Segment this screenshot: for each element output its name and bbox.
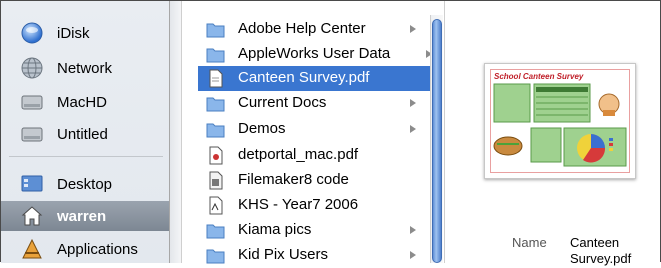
preview-thumbnail[interactable]: School Canteen Survey [484,63,636,179]
list-item[interactable]: Demos [198,117,434,142]
home-icon [21,206,43,226]
list-item[interactable]: KHS - Year7 2006 [198,193,434,218]
sidebar-divider [9,156,163,157]
document-page: School Canteen Survey [490,69,630,173]
file-name: Filemaker8 code [238,171,349,188]
document-icon [209,171,223,190]
sidebar-item-label: Desktop [57,175,113,193]
desktop-icon [21,175,43,192]
finder-window: iDisk Network MacHD Untitled Desktop war… [0,0,661,266]
thumbnail-content-image [493,83,627,167]
folder-icon [206,123,225,138]
file-name: Demos [238,120,286,137]
sidebar-item-label: warren [57,207,107,225]
file-name: Current Docs [238,94,327,111]
sidebar-item-machd[interactable]: MacHD [1,87,169,117]
list-item[interactable]: Kiama pics [198,218,434,243]
document-icon [209,69,223,88]
file-name: Kiama pics [238,221,312,238]
disclosure-arrow-icon [410,226,416,234]
file-name: Adobe Help Center [238,20,366,37]
thumbnail-title: School Canteen Survey [494,72,584,81]
idisk-icon [21,22,43,44]
column-edge [170,1,182,263]
list-item[interactable]: Canteen Survey.pdf [198,66,434,91]
applications-icon [22,238,42,259]
vertical-scrollbar[interactable] [430,15,443,263]
sidebar-item-untitled[interactable]: Untitled [1,119,169,149]
file-name: detportal_mac.pdf [238,146,359,163]
folder-icon [206,97,225,112]
sidebar-item-label: Network [57,59,113,77]
disclosure-arrow-icon [410,251,416,259]
file-name: AppleWorks User Data [238,45,391,62]
hard-drive-icon [21,95,43,110]
list-item[interactable]: detportal_mac.pdf [198,143,434,168]
sidebar-item-network[interactable]: Network [1,53,169,83]
file-name: Kid Pix Users [238,246,329,263]
document-icon [209,196,223,215]
folder-icon [206,224,225,239]
sidebar-item-desktop[interactable]: Desktop [1,169,169,199]
list-item[interactable]: Adobe Help Center [198,17,434,42]
preview-divider [444,1,445,263]
hard-drive-icon [21,127,43,142]
sidebar-item-label: MacHD [57,93,108,111]
scrollbar-thumb[interactable] [432,19,442,263]
sidebar-item-label: Applications [57,240,138,258]
name-value: Canteen Survey.pdf [570,235,632,266]
name-label: Name [512,235,547,250]
file-name: KHS - Year7 2006 [238,196,359,213]
document-icon [209,146,223,165]
sidebar-item-applications[interactable]: Applications [1,234,169,263]
sidebar-item-label: iDisk [57,24,90,42]
sidebar-item-label: Untitled [57,125,108,143]
list-item[interactable]: Current Docs [198,91,434,116]
disclosure-arrow-icon [410,125,416,133]
list-item[interactable]: AppleWorks User Data [198,42,434,67]
folder-icon [206,23,225,38]
network-globe-icon [21,57,43,79]
list-item[interactable]: Filemaker8 code [198,168,434,193]
file-name: Canteen Survey.pdf [238,69,370,86]
disclosure-arrow-icon [410,99,416,107]
folder-icon [206,48,225,63]
list-item[interactable]: Kid Pix Users [198,243,434,268]
disclosure-arrow-icon [410,25,416,33]
sidebar-item-warren[interactable]: warren [1,201,169,231]
folder-icon [206,249,225,264]
sidebar: iDisk Network MacHD Untitled Desktop war… [1,1,170,263]
sidebar-item-idisk[interactable]: iDisk [1,18,169,48]
